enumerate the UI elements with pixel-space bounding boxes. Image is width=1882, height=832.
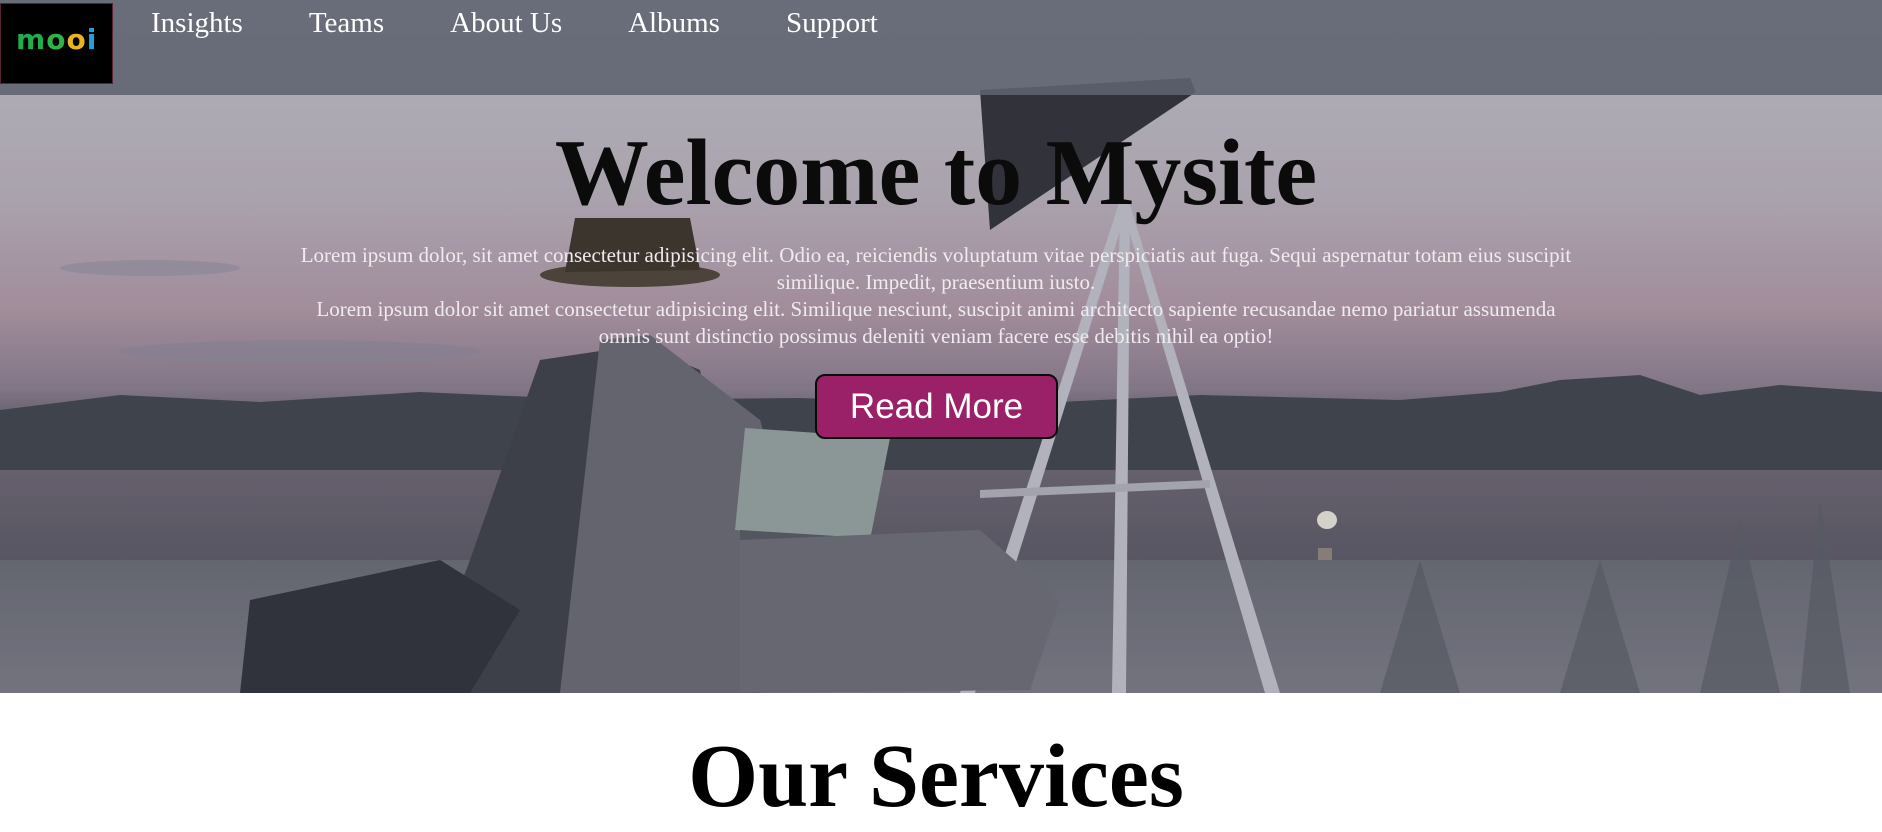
hero-paragraph-2: Lorem ipsum dolor sit amet consectetur a…: [316, 297, 1556, 348]
logo-letter-o2: o: [66, 23, 87, 56]
nav-links: Insights Teams About Us Albums Support: [151, 6, 944, 40]
site-logo[interactable]: mooi: [0, 3, 113, 84]
services-heading: Our Services: [688, 727, 1184, 826]
nav-item-about-us[interactable]: About Us: [450, 6, 562, 40]
hero-paragraph-1: Lorem ipsum dolor, sit amet consectetur …: [300, 243, 1572, 294]
logo-letter-m: m: [16, 23, 47, 56]
nav-item-teams[interactable]: Teams: [309, 6, 384, 40]
read-more-button[interactable]: Read More: [815, 374, 1058, 439]
hero-section: Welcome to Mysite Lorem ipsum dolor, sit…: [0, 0, 1882, 693]
logo-letter-i: i: [86, 23, 98, 56]
nav-item-albums[interactable]: Albums: [628, 6, 720, 40]
logo-wordmark: mooi: [16, 26, 97, 54]
nav-item-support[interactable]: Support: [786, 6, 878, 40]
nav-item-insights[interactable]: Insights: [151, 6, 243, 40]
hero-description: Lorem ipsum dolor, sit amet consectetur …: [296, 242, 1576, 350]
top-navbar: mooi Insights Teams About Us Albums Supp…: [0, 0, 1882, 95]
hero-title: Welcome to Mysite: [554, 121, 1318, 225]
logo-letter-o1: o: [46, 23, 67, 56]
